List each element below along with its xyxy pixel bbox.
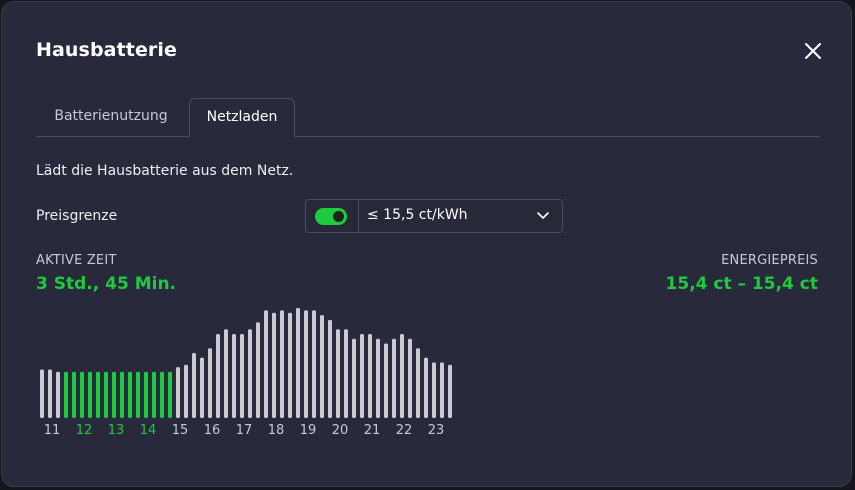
chart-bar [416,348,420,418]
chart-tick-label: 22 [396,423,413,438]
chart-bar [208,348,212,418]
chart-bar [200,357,204,418]
chart-bar [280,310,284,418]
chart-bar [264,310,268,418]
dialog: Hausbatterie Batterienutzung Netzladen L… [1,1,852,487]
chart-bar [136,371,140,418]
energy-price-value: 15,4 ct – 15,4 ct [665,274,818,294]
chart-tick-label: 14 [140,423,157,438]
chart-tick-label: 18 [268,423,285,438]
chevron-down-icon [537,212,549,219]
price-limit-select[interactable]: ≤ 15,5 ct/kWh [359,200,562,232]
chart-bar [392,338,396,418]
price-limit-value: ≤ 15,5 ct/kWh [367,207,468,223]
chart-tick-label: 17 [236,423,253,438]
dialog-title: Hausbatterie [36,39,178,61]
chart-bar [320,315,324,418]
price-limit-control: ≤ 15,5 ct/kWh [305,199,563,233]
chart-bar [224,329,228,418]
chart-bar [48,369,52,418]
chart-bar [360,334,364,418]
chart-bar [312,310,316,418]
chart-bar [144,371,148,418]
chart-bar [184,364,188,418]
active-time-value: 3 Std., 45 Min. [36,274,177,294]
chart-bar [352,338,356,418]
chart-bar [120,371,124,418]
chart-bar [296,308,300,418]
chart-bar [432,362,436,418]
chart-bar [344,329,348,418]
chart-tick-label: 19 [300,423,317,438]
tab-batterienutzung[interactable]: Batterienutzung [36,98,186,136]
chart-bar [288,312,292,418]
chart-bar [160,371,164,418]
chart-tick-label: 15 [172,423,189,438]
chart-bar [168,371,172,418]
chart-bar [80,371,84,418]
chart-bar [368,334,372,418]
tab-netzladen[interactable]: Netzladen [189,98,295,137]
chart-tick-label: 21 [364,423,381,438]
chart-tick-label: 11 [44,423,61,438]
chart-bar [232,334,236,418]
close-icon [805,43,821,59]
chart-bar [336,329,340,418]
chart-bar [216,334,220,418]
price-limit-label: Preisgrenze [36,208,118,224]
chart-bar [248,329,252,418]
chart-bar [448,364,452,418]
chart-bar [384,343,388,418]
chart-bar [304,310,308,418]
chart-bar [256,322,260,418]
chart-bar [152,371,156,418]
chart-bar [376,338,380,418]
chart-bar [40,369,44,418]
chart-tick-label: 16 [204,423,221,438]
chart-bar [240,334,244,418]
chart-bar [328,319,332,418]
chart-bar [424,357,428,418]
price-limit-toggle[interactable] [306,200,359,232]
toggle-knob [333,211,344,222]
active-time-label: AKTIVE ZEIT [36,253,117,268]
chart-tick-label: 13 [108,423,125,438]
chart-bar [96,371,100,418]
chart-bar [272,312,276,418]
chart-bar [176,367,180,418]
close-button[interactable] [799,37,827,65]
price-chart: 11 12 13 14 15 16 17 18 19 20 21 22 23 [40,308,452,438]
chart-bar [104,371,108,418]
chart-bar [408,338,412,418]
chart-tick-label: 12 [76,423,93,438]
toggle-track [315,208,347,225]
chart-bar [400,334,404,418]
chart-tick-label: 20 [332,423,349,438]
chart-bar [88,371,92,418]
chart-tick-label: 23 [428,423,445,438]
chart-bar [440,362,444,418]
tab-bar: Batterienutzung Netzladen [36,98,820,137]
description-text: Lädt die Hausbatterie aus dem Netz. [36,163,294,179]
chart-bar [128,371,132,418]
chart-bar [112,371,116,418]
chart-bar [72,371,76,418]
energy-price-label: ENERGIEPREIS [721,253,818,268]
chart-bar [192,352,196,418]
chart-bar [64,371,68,418]
chart-bar [56,371,60,418]
